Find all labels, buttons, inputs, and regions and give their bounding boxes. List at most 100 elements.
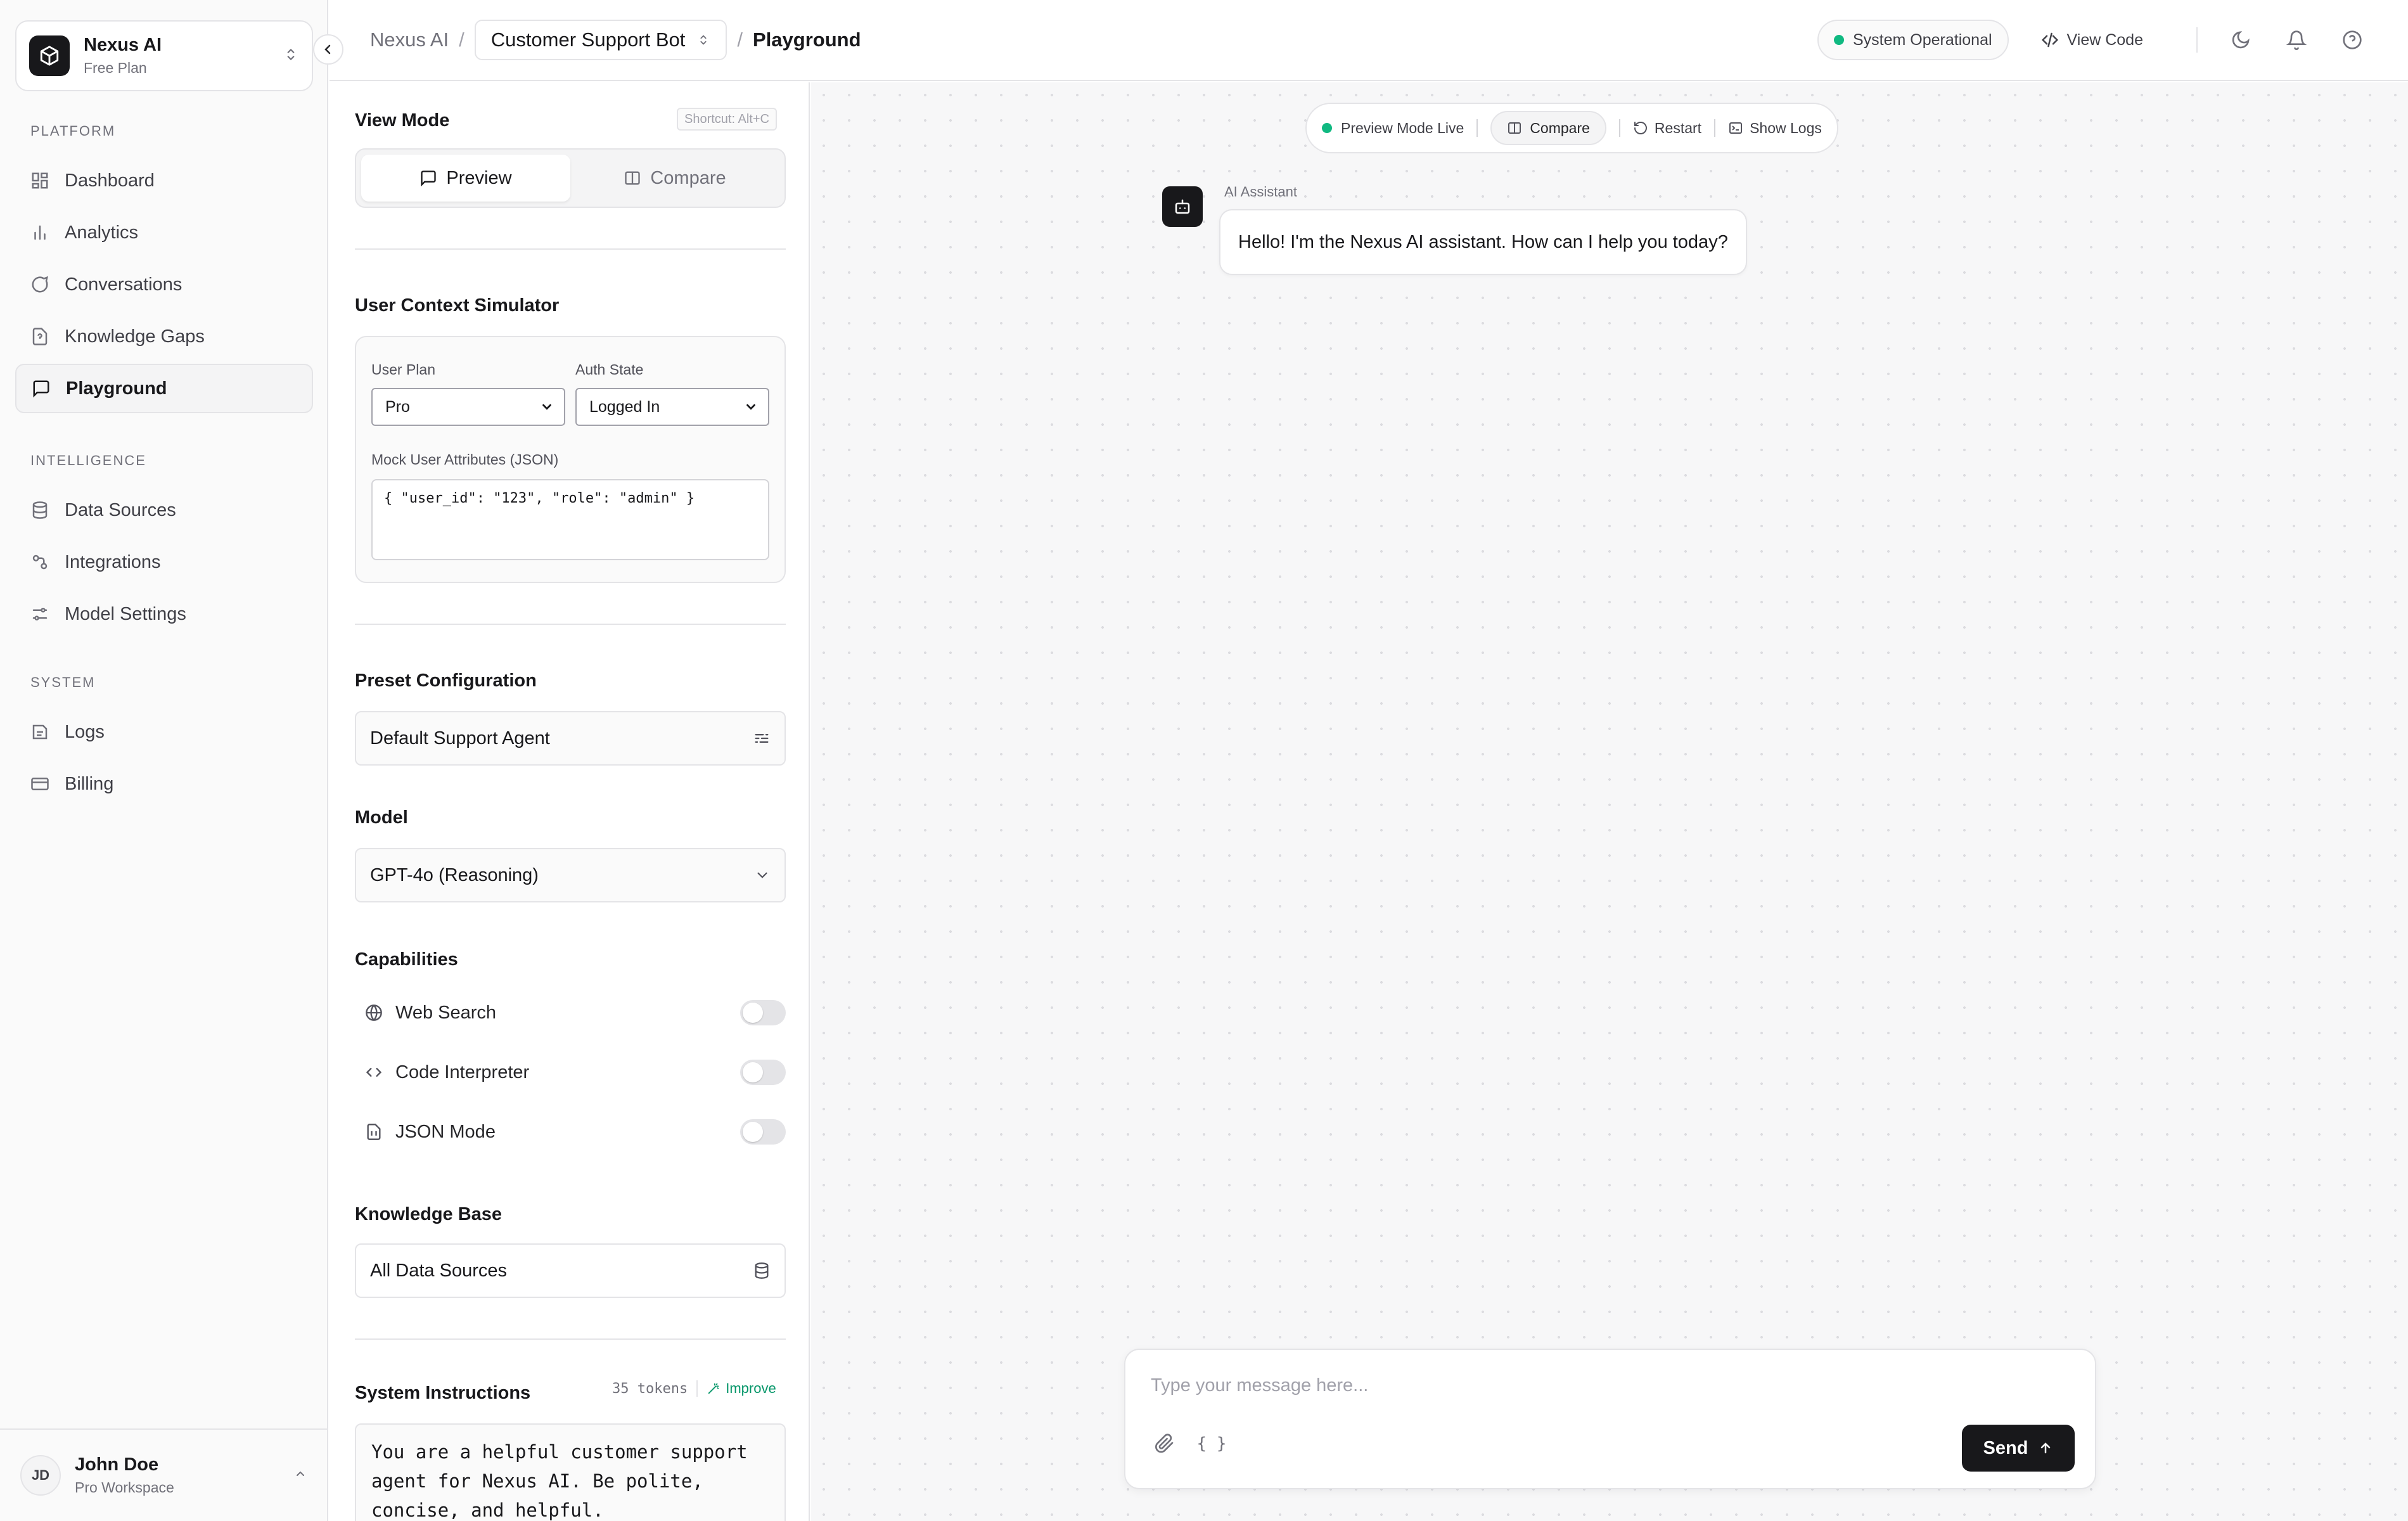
- toolbar-separator: [1714, 119, 1716, 137]
- terminal-icon: [1729, 122, 1743, 134]
- status-text: System Operational: [1853, 30, 1992, 49]
- moon-icon: [2232, 31, 2250, 49]
- view-mode-toggle: Preview Compare: [355, 148, 786, 208]
- view-code-label: View Code: [2066, 30, 2143, 49]
- divider: [355, 248, 786, 250]
- code-icon: [2041, 32, 2058, 48]
- sidebar-item-label: Playground: [66, 378, 167, 399]
- message-input[interactable]: [1151, 1365, 2063, 1406]
- user-menu[interactable]: JD John Doe Pro Workspace: [0, 1428, 328, 1521]
- integrations-icon: [32, 555, 48, 570]
- web-search-toggle[interactable]: [740, 1000, 786, 1025]
- divider: [355, 1338, 786, 1340]
- json-mode-toggle[interactable]: [740, 1119, 786, 1145]
- sidebar-item-knowledge-gaps[interactable]: Knowledge Gaps: [15, 312, 313, 361]
- code-interpreter-toggle[interactable]: [740, 1060, 786, 1085]
- chevron-down-icon: [757, 872, 767, 878]
- chevron-left-icon: [324, 44, 331, 55]
- code-icon: [366, 1068, 382, 1077]
- bot-select-label: Customer Support Bot: [490, 29, 686, 51]
- show-logs-label: Show Logs: [1750, 119, 1822, 136]
- improve-button[interactable]: Improve: [696, 1380, 776, 1397]
- theme-toggle-button[interactable]: [2223, 22, 2258, 58]
- file-question-icon: [32, 328, 48, 345]
- sidebar-item-playground[interactable]: Playground: [15, 364, 313, 413]
- model-title: Model: [355, 807, 408, 828]
- mock-attrs-textarea[interactable]: { "user_id": "123", "role": "admin" }: [371, 479, 769, 560]
- cube-logo-icon: [29, 35, 70, 76]
- sidebar: Nexus AI Free Plan Platform Dashboard An…: [0, 0, 328, 1521]
- status-badge[interactable]: System Operational: [1817, 20, 2009, 60]
- restart-button[interactable]: Restart: [1633, 120, 1701, 137]
- token-count: 35 tokens: [612, 1380, 688, 1397]
- preview-canvas: Preview Mode Live Compare Restart Show L…: [811, 82, 2408, 1521]
- breadcrumb-separator: /: [459, 29, 464, 51]
- collapse-sidebar-button[interactable]: [313, 34, 343, 65]
- sidebar-item-conversations[interactable]: Conversations: [15, 260, 313, 309]
- sidebar-item-label: Integrations: [65, 551, 161, 572]
- user-plan-select[interactable]: Pro: [371, 388, 565, 426]
- compare-button[interactable]: Compare: [1490, 111, 1606, 145]
- sidebar-item-analytics[interactable]: Analytics: [15, 208, 313, 257]
- braces-icon[interactable]: { }: [1194, 1426, 1229, 1461]
- breadcrumb-current: Playground: [753, 29, 861, 51]
- view-code-button[interactable]: View Code: [2040, 30, 2143, 49]
- preview-live-label: Preview Mode Live: [1341, 119, 1464, 136]
- help-circle-icon: [2343, 30, 2362, 49]
- model-select[interactable]: GPT-4o (Reasoning): [355, 848, 786, 902]
- arrow-up-icon: [2041, 1442, 2051, 1454]
- auth-state-select[interactable]: Logged In: [575, 388, 769, 426]
- header-divider: [2196, 27, 2198, 53]
- sidebar-item-label: Conversations: [65, 274, 183, 295]
- sys-title: System Instructions: [355, 1383, 531, 1403]
- restart-label: Restart: [1654, 119, 1702, 136]
- breadcrumb-root[interactable]: Nexus AI: [370, 29, 449, 51]
- user-workspace: Pro Workspace: [75, 1479, 174, 1496]
- workspace-switcher[interactable]: Nexus AI Free Plan: [15, 20, 313, 91]
- send-button[interactable]: Send: [1962, 1425, 2075, 1472]
- chevron-up-icon: [293, 1466, 308, 1485]
- dashboard-icon: [32, 172, 48, 189]
- sliders-icon: [755, 734, 769, 743]
- system-instructions-textarea[interactable]: You are a helpful customer support agent…: [355, 1423, 786, 1521]
- status-dot: [1834, 35, 1844, 45]
- sidebar-item-model-settings[interactable]: Model Settings: [15, 589, 313, 639]
- message-composer: { } Send: [1124, 1349, 2096, 1489]
- view-mode-compare[interactable]: Compare: [570, 155, 779, 202]
- preset-select[interactable]: Default Support Agent: [355, 711, 786, 766]
- toolbar-separator: [1476, 119, 1478, 137]
- show-logs-button[interactable]: Show Logs: [1728, 120, 1822, 137]
- message-bubble: Hello! I'm the Nexus AI assistant. How c…: [1219, 209, 1747, 275]
- sidebar-item-label: Logs: [65, 721, 105, 742]
- view-mode-preview[interactable]: Preview: [361, 155, 570, 202]
- sidebar-item-logs[interactable]: Logs: [15, 707, 313, 757]
- auth-state-value: Logged In: [589, 397, 660, 416]
- globe-icon: [366, 1004, 382, 1021]
- notifications-button[interactable]: [2279, 22, 2314, 58]
- knowledge-base-select[interactable]: All Data Sources: [355, 1243, 786, 1298]
- bot-select[interactable]: Customer Support Bot: [474, 20, 727, 60]
- sidebar-item-label: Dashboard: [65, 170, 155, 191]
- token-counter: 35 tokens Improve: [612, 1380, 776, 1397]
- logs-icon: [32, 724, 48, 740]
- sidebar-item-dashboard[interactable]: Dashboard: [15, 156, 313, 205]
- message-sender: AI Assistant: [1224, 184, 1297, 200]
- breadcrumb: Nexus AI / Customer Support Bot / Playgr…: [370, 20, 861, 60]
- section-label-platform: Platform: [30, 123, 116, 139]
- attach-button[interactable]: [1147, 1426, 1182, 1461]
- rotate-ccw-icon: [1634, 122, 1647, 134]
- sidebar-item-billing[interactable]: Billing: [15, 759, 313, 809]
- sidebar-item-label: Model Settings: [65, 603, 186, 624]
- capability-code-interpreter: Code Interpreter: [365, 1055, 786, 1090]
- bot-icon: [1162, 186, 1203, 227]
- sidebar-item-integrations[interactable]: Integrations: [15, 537, 313, 587]
- help-button[interactable]: [2334, 22, 2370, 58]
- message-square-icon: [33, 380, 49, 398]
- chevron-down-icon: [542, 404, 551, 410]
- config-panel: View Mode Shortcut: Alt+C Preview Compar…: [330, 82, 810, 1521]
- sliders-icon: [32, 608, 48, 620]
- preset-value: Default Support Agent: [370, 728, 550, 748]
- sidebar-item-data-sources[interactable]: Data Sources: [15, 485, 313, 535]
- view-mode-compare-label: Compare: [650, 167, 726, 188]
- user-context-simulator: User Plan Pro Auth State Logged In Mock …: [355, 336, 786, 583]
